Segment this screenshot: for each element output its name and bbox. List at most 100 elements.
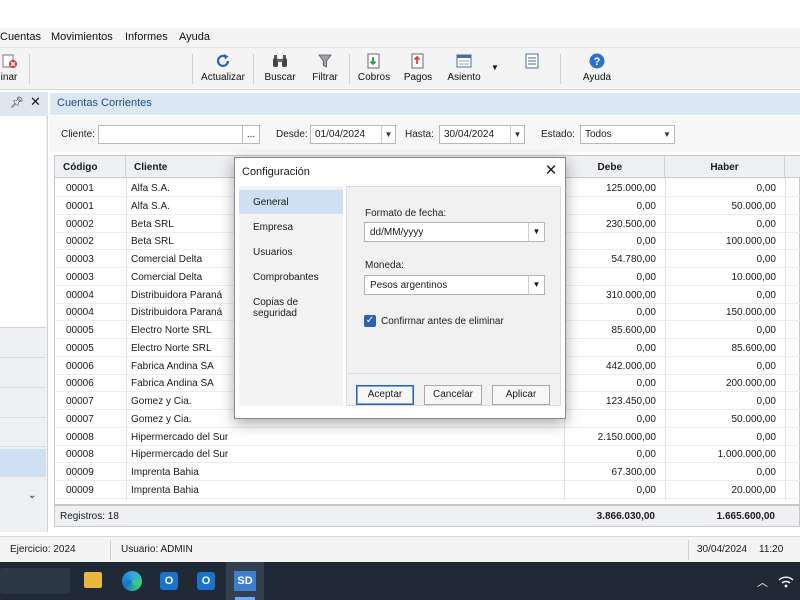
refresh-icon: [216, 54, 230, 67]
table-row[interactable]: 00009 Imprenta Bahia 0,00 20.000,00: [55, 481, 800, 499]
cancel-button[interactable]: Cancelar: [424, 385, 482, 405]
pagos-button[interactable]: Pagos: [402, 51, 434, 87]
search-button[interactable]: Buscar: [263, 51, 297, 87]
hasta-date-value: 30/04/2024: [444, 129, 495, 140]
hasta-date-field[interactable]: 30/04/2024 ▼: [439, 125, 525, 144]
menu-bar: Cuentas Movimientos Informes Ayuda: [0, 28, 800, 48]
cliente-input[interactable]: [98, 125, 243, 144]
accept-button[interactable]: Aceptar: [356, 385, 414, 405]
page-title: Cuentas Corrientes: [57, 97, 152, 109]
cell-cliente: Beta SRL: [131, 236, 174, 248]
network-icon[interactable]: [777, 574, 795, 588]
delete-button[interactable]: inar: [0, 51, 22, 87]
chevron-down-icon[interactable]: ▼: [660, 126, 674, 143]
left-panel-item[interactable]: [0, 419, 46, 447]
cell-cliente: Electro Norte SRL: [131, 325, 212, 336]
dialog-close-button[interactable]: ✕: [540, 160, 562, 182]
refresh-button[interactable]: Actualizar: [200, 51, 246, 87]
estado-value: Todos: [585, 129, 612, 140]
column-header-debe[interactable]: Debe: [564, 156, 665, 178]
checklist-icon: [525, 53, 539, 69]
cell-haber: 20.000,00: [731, 484, 777, 496]
cell-debe: 0,00: [636, 449, 656, 461]
cell-cliente: Alfa S.A.: [131, 183, 170, 194]
help-button[interactable]: ? Ayuda: [581, 51, 613, 87]
nav-item-usuarios[interactable]: Usuarios: [239, 240, 343, 264]
cell-cliente: Comercial Delta: [131, 254, 203, 265]
nav-item-general[interactable]: General: [239, 190, 343, 214]
currency-select[interactable]: Pesos argentinos ▼: [364, 275, 545, 295]
toolbar-separator: [253, 54, 254, 84]
cell-cliente: Distribuidora Paraná: [131, 289, 223, 301]
edge-icon[interactable]: [122, 571, 142, 591]
hasta-label: Hasta:: [405, 129, 434, 140]
column-header-haber[interactable]: Haber: [665, 156, 785, 178]
taskbar-search-box[interactable]: [0, 568, 70, 594]
desde-date-field[interactable]: 01/04/2024 ▼: [310, 125, 396, 144]
taskbar: O O SD ︿: [0, 562, 800, 600]
asiento-icon: [456, 54, 472, 68]
table-row[interactable]: 00008 Hipermercado del Sur 2.150.000,00 0,0…: [55, 428, 800, 446]
window-top-strip: [0, 0, 800, 28]
left-panel-item-selected[interactable]: [0, 449, 46, 477]
cell-codigo: 00006: [66, 378, 94, 390]
cell-codigo: 00001: [66, 200, 94, 212]
left-panel-item[interactable]: [0, 390, 46, 418]
chevron-up-icon[interactable]: ︿: [757, 574, 768, 590]
left-panel-item[interactable]: [0, 330, 46, 358]
chevron-down-icon[interactable]: ⌄: [28, 490, 36, 501]
table-row[interactable]: 00008 Hipermercado del Sur 0,00 1.000.000,0…: [55, 445, 800, 464]
close-icon[interactable]: ✕: [30, 94, 41, 110]
outlook-icon[interactable]: O: [197, 572, 215, 590]
pin-icon[interactable]: 📌︎: [10, 96, 24, 109]
left-panel-item[interactable]: [0, 360, 46, 388]
list-button[interactable]: [520, 51, 544, 87]
grid-footer: Registros: 18 3.866.030,00 1.665.600,00: [54, 505, 800, 527]
column-header-extra: [785, 156, 800, 178]
cell-debe: 442.000,00: [605, 360, 656, 372]
cell-debe: 54.780,00: [611, 254, 657, 265]
table-row[interactable]: 00009 Imprenta Bahia 67.300,00 0,00: [55, 463, 800, 481]
menu-informes[interactable]: Informes: [125, 31, 168, 43]
estado-select[interactable]: Todos ▼: [580, 125, 675, 144]
file-explorer-icon[interactable]: [84, 572, 102, 588]
confirm-delete-checkbox[interactable]: ✓: [364, 315, 376, 327]
menu-ayuda[interactable]: Ayuda: [179, 31, 210, 43]
chevron-down-icon[interactable]: ▼: [510, 126, 524, 143]
cell-debe: 0,00: [636, 413, 656, 425]
taskbar-active-app[interactable]: SD: [226, 562, 264, 600]
menu-cuentas[interactable]: Cuentas: [0, 31, 41, 43]
cell-cliente: Hipermercado del Sur: [131, 431, 229, 443]
chevron-down-icon: ▼: [528, 223, 544, 241]
cliente-browse-button[interactable]: ...: [242, 125, 260, 144]
cell-cliente: Gomez y Cia.: [131, 396, 192, 407]
cobros-button[interactable]: Cobros: [357, 51, 391, 87]
asiento-button[interactable]: Asiento: [445, 51, 483, 87]
pagos-icon: [411, 53, 424, 69]
cell-codigo: 00004: [66, 307, 94, 319]
estado-label: Estado:: [541, 129, 575, 140]
nav-item-empresa[interactable]: Empresa: [239, 215, 343, 239]
cell-codigo: 00004: [66, 289, 94, 301]
delete-button-label: inar: [0, 72, 18, 83]
chevron-down-icon[interactable]: ▼: [381, 126, 395, 143]
cell-debe: 123.450,00: [605, 396, 656, 407]
nav-item-copias[interactable]: Copias de seguridad: [239, 290, 343, 319]
delete-icon: [2, 54, 17, 68]
menu-movimientos[interactable]: Movimientos: [51, 31, 113, 43]
status-separator: [688, 540, 689, 560]
outlook-icon[interactable]: O: [160, 572, 178, 590]
cobros-icon: [367, 53, 380, 69]
toolbar-separator: [349, 54, 350, 84]
currency-label: Moneda:: [365, 260, 404, 271]
column-header-codigo[interactable]: Código: [55, 156, 126, 178]
filter-button[interactable]: Filtrar: [310, 51, 340, 87]
cell-codigo: 00001: [66, 183, 94, 194]
cell-codigo: 00008: [66, 449, 94, 461]
nav-item-comprobantes[interactable]: Comprobantes: [239, 265, 343, 289]
cell-haber: 85.600,00: [731, 342, 777, 354]
check-icon: ✓: [365, 315, 375, 326]
grid-divider: [785, 178, 786, 500]
apply-button[interactable]: Aplicar: [492, 385, 550, 405]
date-format-select[interactable]: dd/MM/yyyy ▼: [364, 222, 545, 242]
